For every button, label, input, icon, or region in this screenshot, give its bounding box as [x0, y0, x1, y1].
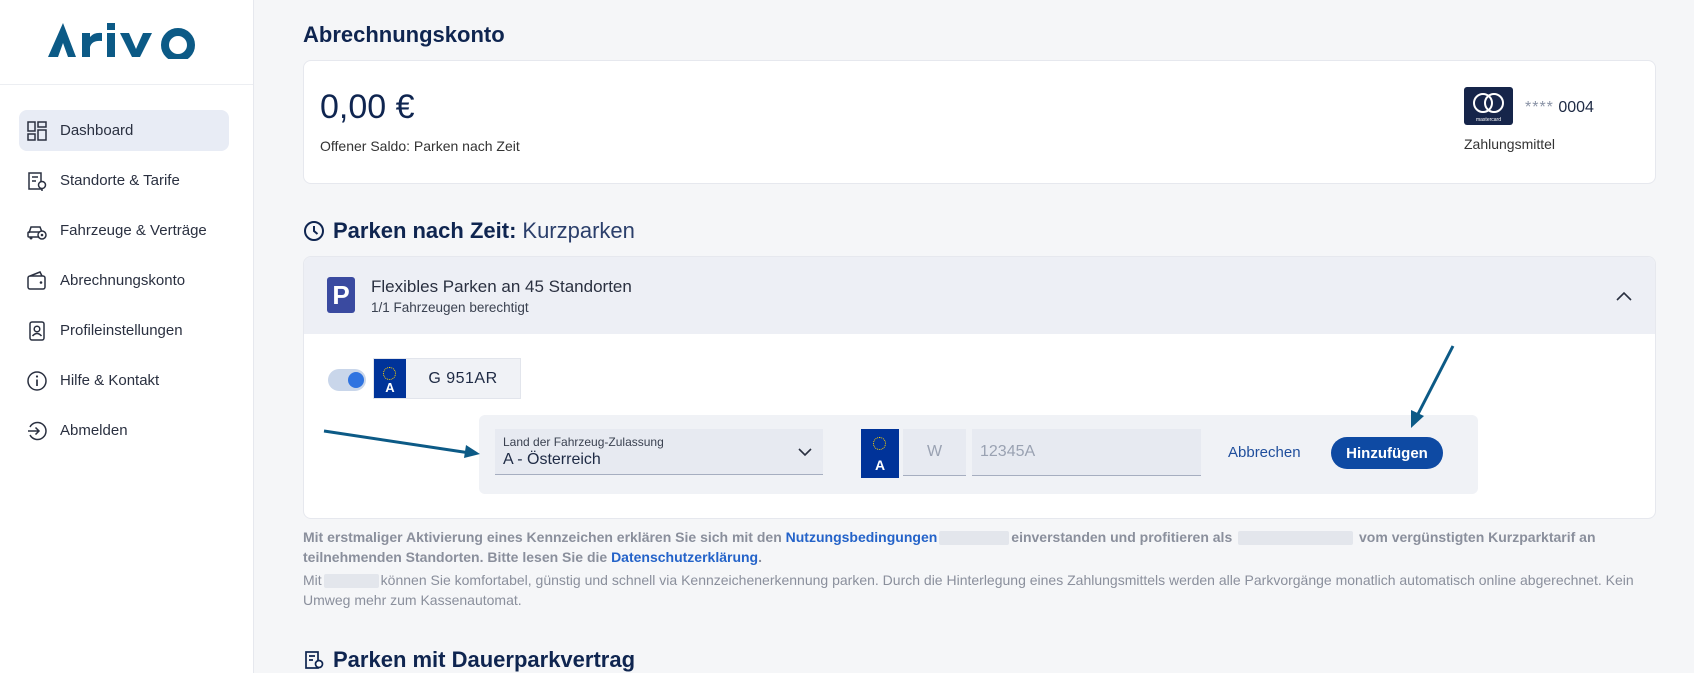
subscription-title: Parken mit Dauerparkvertrag	[333, 647, 636, 672]
wallet-icon	[26, 270, 48, 292]
annotation-arrow-icon	[1411, 345, 1455, 428]
info-text-1: Mit	[303, 572, 322, 588]
eu-flag-icon: A	[374, 359, 406, 398]
terms-text-2: einverstanden und profitieren als	[1011, 529, 1233, 545]
redacted-text	[939, 531, 1010, 546]
terms-notice: Mit erstmaliger Aktivierung eines Kennze…	[303, 527, 1673, 567]
plate-area-input[interactable]	[903, 429, 966, 476]
parking-product-name: Flexibles Parken an 45 Standorten	[371, 277, 632, 296]
vehicle-toggle[interactable]	[328, 369, 366, 391]
privacy-link[interactable]: Datenschutzerklärung	[611, 549, 758, 565]
plate-number: G 951AR	[428, 370, 498, 387]
card-last4: 0004	[1558, 99, 1594, 116]
form-country-code: A	[874, 457, 886, 473]
card-brand-label: mastercard	[1475, 117, 1501, 123]
parking-product-subtitle: 1/1 Fahrzeugen berechtigt	[371, 300, 529, 315]
add-button[interactable]: Hinzufügen	[1331, 437, 1443, 469]
mastercard-icon: mastercard	[1464, 87, 1513, 125]
cancel-button[interactable]: Abbrechen	[1220, 440, 1309, 465]
parking-product-header[interactable]: P Flexibles Parken an 45 Standorten 1/1 …	[304, 257, 1655, 334]
country-select-value: A - Österreich	[503, 451, 601, 468]
clock-icon	[304, 221, 324, 241]
chevron-up-icon[interactable]	[1615, 287, 1633, 305]
sidebar-item-abrechnungskonto[interactable]: Abrechnungskonto	[19, 260, 229, 301]
arivo-logo-mark	[47, 23, 195, 62]
country-select[interactable]: Land der Fahrzeug-Zulassung A - Österrei…	[495, 429, 823, 475]
sidebar-item-label: Fahrzeuge & Verträge	[60, 222, 207, 239]
info-text-2: können Sie komfortabel, günstig und schn…	[303, 572, 1634, 608]
sidebar-item-dashboard[interactable]: Dashboard	[19, 110, 229, 151]
toggle-knob	[348, 372, 364, 388]
chevron-down-icon	[798, 448, 812, 457]
balance-amount: 0,00 €	[320, 88, 415, 126]
info-notice: Mit können Sie komfortabel, günstig und s…	[303, 570, 1673, 610]
vehicle-settings-icon	[26, 220, 48, 242]
add-vehicle-form: Land der Fahrzeug-Zulassung A - Österrei…	[479, 415, 1478, 494]
locations-tariffs-icon	[26, 170, 48, 192]
sidebar-item-abmelden[interactable]: Abmelden	[19, 410, 229, 451]
terms-text-1: Mit erstmaliger Aktivierung eines Kennze…	[303, 529, 786, 545]
parking-section-title: Parken nach Zeit: Kurzparken	[303, 218, 635, 244]
dashboard-icon	[26, 120, 48, 142]
sidebar-item-label: Abmelden	[60, 422, 128, 439]
annotation-arrow-icon	[323, 429, 480, 458]
sidebar-item-label: Profileinstellungen	[60, 322, 183, 339]
country-select-label: Land der Fahrzeug-Zulassung	[503, 435, 664, 449]
sidebar-item-fahrzeuge-vertraege[interactable]: Fahrzeuge & Verträge	[19, 210, 229, 251]
terms-text-4: .	[758, 549, 762, 565]
sidebar: Dashboard Standorte & Tarife Fahrzeuge &…	[0, 0, 254, 673]
sidebar-item-label: Abrechnungskonto	[60, 272, 186, 289]
plate-country-code: A	[385, 380, 395, 395]
eu-flag-icon: A	[861, 429, 899, 478]
redacted-text	[323, 574, 379, 589]
redacted-text	[1238, 531, 1354, 546]
sidebar-item-label: Dashboard	[60, 122, 134, 139]
sidebar-item-label: Hilfe & Kontakt	[60, 372, 160, 389]
sidebar-item-standorte-tarife[interactable]: Standorte & Tarife	[19, 160, 229, 201]
account-card: 0,00 € Offener Saldo: Parken nach Zeit m…	[303, 60, 1656, 184]
sidebar-nav: Dashboard Standorte & Tarife Fahrzeuge &…	[0, 85, 253, 451]
main-content: Abrechnungskonto 0,00 € Offener Saldo: P…	[254, 0, 1694, 673]
parking-p-icon: P	[327, 277, 355, 313]
sidebar-item-profileinstellungen[interactable]: Profileinstellungen	[19, 310, 229, 351]
locations-tariffs-icon	[305, 651, 324, 669]
arivo-logo[interactable]	[46, 17, 208, 67]
balance-label: Offener Saldo: Parken nach Zeit	[320, 138, 520, 154]
page-title: Abrechnungskonto	[303, 22, 505, 47]
logout-icon	[26, 420, 48, 442]
terms-link[interactable]: Nutzungsbedingungen	[786, 529, 938, 545]
sidebar-item-label: Standorte & Tarife	[60, 172, 180, 189]
parking-title-strong: Parken nach Zeit:	[333, 218, 517, 243]
parking-title-light: Kurzparken	[522, 218, 635, 243]
plate-number-input[interactable]	[972, 429, 1201, 476]
sidebar-item-hilfe-kontakt[interactable]: Hilfe & Kontakt	[19, 360, 229, 401]
card-mask: ****	[1525, 99, 1554, 116]
info-icon	[26, 370, 48, 392]
license-plate: A G 951AR	[373, 358, 521, 399]
payment-method-label: Zahlungsmittel	[1464, 136, 1556, 152]
logo-area	[0, 0, 253, 85]
subscription-section-title: Parken mit Dauerparkvertrag	[303, 647, 635, 673]
profile-icon	[26, 320, 48, 342]
card-number: **** 0004	[1525, 99, 1594, 117]
